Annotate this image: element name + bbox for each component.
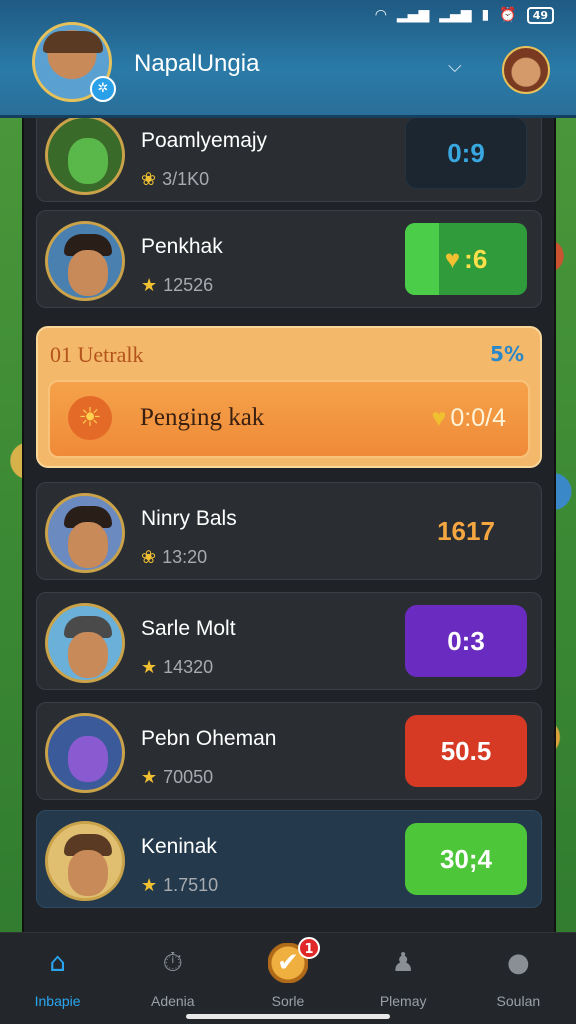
coin-icon: ♥ — [431, 404, 447, 432]
home-icon: ⌂ — [49, 948, 66, 978]
current-player-name: Penging kak — [140, 404, 265, 431]
coin-icon: ♥ — [444, 243, 461, 274]
avatar-face — [68, 250, 108, 296]
star-icon: ★ — [141, 275, 158, 295]
score-value: 0:0/4 — [450, 404, 506, 432]
battery-indicator: 49 — [526, 6, 554, 24]
avatar-face — [68, 850, 108, 896]
avatar-face — [68, 736, 108, 782]
chevron-down-icon[interactable]: ⌵ — [448, 56, 462, 77]
player-name: Ninry Bals — [141, 507, 237, 530]
status-bar: ◠ ▂▄▆ ▂▄▆ ▮ ⏰ 49 — [0, 0, 576, 30]
star-icon: ★ — [141, 767, 158, 787]
nav-item-gamepad[interactable]: ● Soulan — [468, 943, 568, 1009]
leaderboard-row[interactable]: Poamlyemajy ❀ 3/1K0 0:9 — [36, 104, 542, 202]
player-stat: ❀ 3/1K0 — [141, 169, 209, 190]
rank-badge: 5% — [490, 342, 524, 366]
avatar-face — [68, 632, 108, 678]
player-name: Poamlyemajy — [141, 129, 268, 152]
leaderboard-row[interactable]: Pebn Oheman ★ 70050 50.5 — [36, 702, 542, 800]
score-box: 0:9 — [405, 117, 527, 189]
player-stat: ❀ 13:20 — [141, 547, 207, 568]
avatar-face — [68, 138, 108, 184]
score-box: 30;4 — [405, 823, 527, 895]
bottom-navigation: ⌂ Inbapie ⏱ Adenia ✔ 1 Sorle ♟ Plemay ● … — [0, 932, 576, 1024]
signal-icon-2: ▂▄▆ — [439, 7, 472, 23]
leaderboard-row[interactable]: Penkhak ★ 12526 ♥ :6 — [36, 210, 542, 308]
player-stat: ★ 14320 — [141, 657, 213, 678]
nav-item-home[interactable]: ⌂ Inbapie — [8, 943, 108, 1009]
nav-label: Adenia — [150, 993, 195, 1009]
score-value: :6 — [464, 243, 488, 274]
stat-value: 14320 — [163, 657, 214, 677]
star-icon: ★ — [141, 657, 158, 677]
avatar — [45, 115, 125, 195]
score-box: ♥ :6 — [405, 223, 527, 295]
stat-value: 3/1K0 — [162, 169, 210, 189]
rank-label: 01 Uetralk — [50, 342, 144, 367]
player-name: NapalUngia — [134, 50, 260, 77]
player-stat: ★ 70050 — [141, 767, 213, 788]
current-player-card: ☀ Penging kak ♥ 0:0/4 — [48, 380, 530, 458]
current-player-row[interactable]: 01 Uetralk 5% ☀ Penging kak ♥ 0:0/4 — [36, 326, 542, 468]
stat-value: 1.7510 — [163, 875, 219, 895]
nav-label: Sorle — [271, 993, 305, 1009]
avatar — [45, 821, 125, 901]
current-player-score: ♥ 0:0/4 — [432, 404, 506, 433]
nav-label: Inbapie — [34, 993, 81, 1009]
nav-label: Soulan — [496, 993, 541, 1009]
score-box: 0:3 — [405, 605, 527, 677]
avatar — [45, 713, 125, 793]
player-name: Sarle Molt — [141, 617, 236, 640]
sun-icon: ☀ — [68, 396, 112, 440]
player-name: Penkhak — [141, 235, 223, 258]
star-icon: ★ — [141, 875, 158, 895]
alarm-icon: ⏰ — [499, 7, 517, 23]
notification-badge: 1 — [297, 937, 320, 959]
sim-icon: ▮ — [481, 7, 490, 23]
home-indicator[interactable] — [186, 1014, 390, 1019]
leaderboard-row[interactable]: Keninak ★ 1.7510 30;4 — [36, 810, 542, 908]
score-box: 1617 — [437, 515, 495, 546]
avatar — [45, 603, 125, 683]
avatar — [45, 221, 125, 301]
app-header: ◠ ▂▄▆ ▂▄▆ ▮ ⏰ 49 ✲ NapalUngia ⌵ — [0, 0, 576, 118]
nav-item-timer[interactable]: ⏱ Adenia — [123, 943, 223, 1009]
nav-item-character[interactable]: ♟ Plemay — [353, 943, 453, 1009]
nav-item-check[interactable]: ✔ 1 Sorle — [238, 937, 338, 1009]
wifi-icon: ◠ — [374, 7, 387, 23]
nav-label: Plemay — [379, 993, 427, 1009]
stat-value: 13:20 — [162, 547, 208, 567]
leaderboard-row[interactable]: Sarle Molt ★ 14320 0:3 — [36, 592, 542, 690]
avatar — [45, 493, 125, 573]
timer-icon: ⏱ — [162, 948, 183, 978]
stat-value: 12526 — [163, 275, 214, 295]
character-icon: ♟ — [391, 948, 415, 978]
gamepad-icon: ● — [507, 948, 530, 978]
player-name: Keninak — [141, 835, 217, 858]
friend-avatar[interactable] — [502, 46, 550, 94]
player-stat: ★ 12526 — [141, 275, 213, 296]
leaderboard-row[interactable]: Ninry Bals ❀ 13:20 1617 — [36, 482, 542, 580]
sport-icon: ✲ — [90, 76, 116, 102]
signal-icon: ▂▄▆ — [396, 7, 430, 23]
player-stat: ★ 1.7510 — [141, 875, 218, 896]
score-box: 50.5 — [405, 715, 527, 787]
laurel-icon: ❀ — [141, 547, 157, 567]
player-name: Pebn Oheman — [141, 727, 277, 750]
stat-value: 70050 — [163, 767, 214, 787]
pirate-hat-icon — [43, 31, 103, 53]
score-highlight — [405, 223, 439, 295]
avatar-face — [68, 522, 108, 568]
laurel-icon: ❀ — [141, 169, 157, 189]
